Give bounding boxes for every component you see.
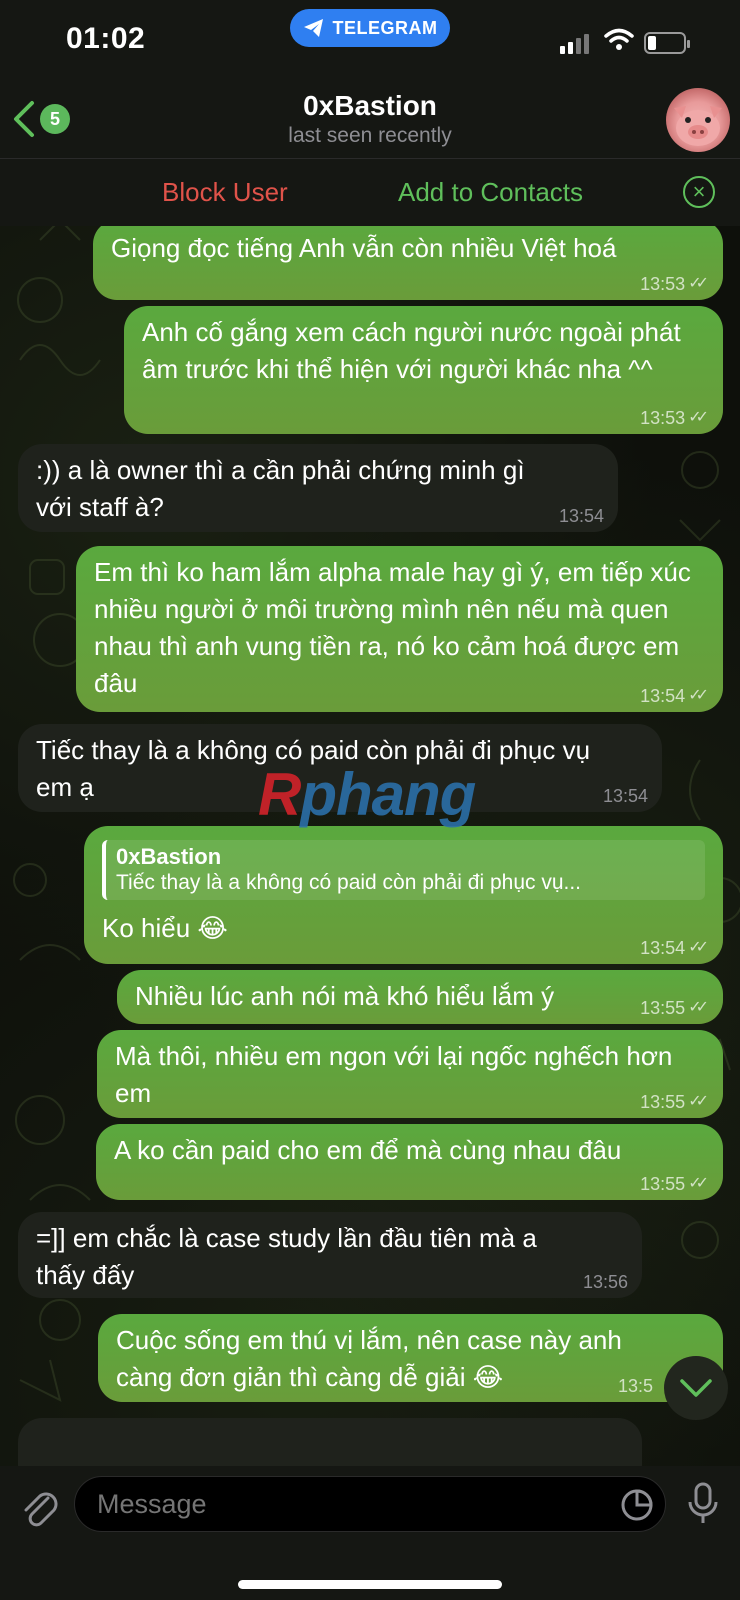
double-check-icon: ✓✓ [688, 275, 709, 292]
scroll-to-bottom-button[interactable] [664, 1356, 728, 1420]
message-meta: 13:54 [559, 506, 604, 526]
close-circle-icon[interactable]: × [683, 176, 715, 208]
chat-header: 5 0xBastion last seen recently [0, 80, 740, 158]
message-meta: 13:54 [603, 786, 648, 806]
chat-title[interactable]: 0xBastion [0, 90, 740, 122]
telegram-pill[interactable]: TELEGRAM [290, 9, 450, 47]
signal-icon [560, 34, 589, 54]
block-user-button[interactable]: Block User [162, 177, 288, 208]
message-meta: 13:55 ✓✓ [640, 1092, 709, 1112]
wifi-icon [604, 28, 634, 50]
message-text: A ko cần paid cho em để mà cùng nhau đâu [114, 1135, 622, 1165]
message-text: Cuộc sống em thú vị lắm, nên case này an… [116, 1325, 622, 1392]
message-bubble-outgoing[interactable]: Giọng đọc tiếng Anh vẫn còn nhiều Việt h… [93, 226, 723, 300]
message-bubble-outgoing-reply[interactable]: 0xBastion Tiếc thay là a không có paid c… [84, 826, 723, 964]
message-time: 13:53 [640, 408, 686, 428]
message-bubble-incoming[interactable]: =]] em chắc là case study lần đầu tiên m… [18, 1212, 642, 1298]
double-check-icon: ✓✓ [688, 999, 709, 1016]
double-check-icon: ✓✓ [688, 687, 709, 704]
message-bubble-outgoing[interactable]: Nhiều lúc anh nói mà khó hiểu lắm ý 13:5… [117, 970, 723, 1024]
message-meta: 13:54 ✓✓ [640, 686, 709, 706]
message-time: 13:54 [602, 786, 648, 806]
message-text: :)) a là owner thì a cần phải chứng minh… [36, 455, 525, 522]
contact-action-bar: Block User Add to Contacts × [0, 158, 740, 226]
message-meta: 13:56 [583, 1272, 628, 1292]
chevron-down-icon [680, 1379, 712, 1397]
home-indicator [238, 1580, 502, 1589]
reply-quote-text: Tiếc thay là a không có paid còn phải đi… [116, 871, 582, 894]
message-bubble-outgoing[interactable]: Mà thôi, nhiều em ngon với lại ngốc nghế… [97, 1030, 723, 1118]
message-text: Em thì ko ham lắm alpha male hay gì ý, e… [94, 557, 691, 698]
message-list[interactable]: Giọng đọc tiếng Anh vẫn còn nhiều Việt h… [0, 226, 740, 1466]
message-text: Anh cố gắng xem cách người nước ngoài ph… [142, 317, 681, 384]
microphone-icon[interactable] [686, 1482, 720, 1526]
status-bar: 01:02 TELEGRAM [0, 0, 740, 80]
message-bubble-outgoing[interactable]: Cuộc sống em thú vị lắm, nên case này an… [98, 1314, 723, 1402]
add-to-contacts-button[interactable]: Add to Contacts [398, 177, 583, 208]
message-time: 13:5 [617, 1376, 653, 1396]
message-time: 13:54 [640, 938, 686, 958]
message-bubble-outgoing[interactable]: Em thì ko ham lắm alpha male hay gì ý, e… [76, 546, 723, 712]
message-text: Nhiều lúc anh nói mà khó hiểu lắm ý [135, 981, 555, 1011]
reply-quote[interactable]: 0xBastion Tiếc thay là a không có paid c… [102, 840, 705, 900]
message-input[interactable] [74, 1476, 666, 1532]
watermark-rest: phang [300, 761, 476, 828]
message-meta: 13:54 ✓✓ [640, 938, 709, 958]
message-meta: 13:55 ✓✓ [640, 998, 709, 1018]
paperclip-icon[interactable] [18, 1484, 58, 1528]
message-text: =]] em chắc là case study lần đầu tiên m… [36, 1223, 537, 1290]
last-seen-status: last seen recently [288, 124, 452, 147]
double-check-icon: ✓✓ [688, 409, 709, 426]
message-meta: 13:55 ✓✓ [640, 1174, 709, 1194]
telegram-pill-label: TELEGRAM [332, 17, 438, 38]
sticker-icon[interactable] [620, 1488, 654, 1522]
message-time: 13:54 [640, 686, 686, 706]
double-check-icon: ✓✓ [688, 1175, 709, 1192]
avatar[interactable] [666, 88, 730, 152]
telegram-icon [303, 19, 323, 37]
message-text: Ko hiểu 😂 [102, 913, 228, 943]
message-bubble-incoming-partial[interactable] [18, 1418, 642, 1466]
message-bubble-outgoing[interactable]: A ko cần paid cho em để mà cùng nhau đâu… [96, 1124, 723, 1200]
avatar-pig-image [674, 106, 722, 146]
watermark-r: R [258, 761, 301, 828]
reply-quote-author: 0xBastion [116, 844, 222, 869]
message-time: 13:55 [640, 1092, 686, 1112]
message-bubble-incoming[interactable]: :)) a là owner thì a cần phải chứng minh… [18, 444, 618, 532]
watermark-logo: Rphang [258, 760, 476, 829]
message-time: 13:55 [640, 998, 686, 1018]
message-time: 13:55 [640, 1174, 686, 1194]
status-time: 01:02 [66, 22, 146, 55]
message-text: Mà thôi, nhiều em ngon với lại ngốc nghế… [115, 1041, 673, 1108]
message-time: 13:53 [640, 274, 686, 294]
message-time: 13:56 [582, 1272, 628, 1292]
message-meta: 13:5 [618, 1376, 653, 1396]
double-check-icon: ✓✓ [688, 1093, 709, 1110]
message-meta: 13:53 ✓✓ [640, 408, 709, 428]
battery-icon [644, 32, 690, 54]
message-time: 13:54 [558, 506, 604, 526]
double-check-icon: ✓✓ [688, 939, 709, 956]
message-meta: 13:53 ✓✓ [640, 274, 709, 294]
message-text: Giọng đọc tiếng Anh vẫn còn nhiều Việt h… [111, 233, 617, 263]
message-bubble-outgoing[interactable]: Anh cố gắng xem cách người nước ngoài ph… [124, 306, 723, 434]
message-input-bar [0, 1466, 740, 1600]
